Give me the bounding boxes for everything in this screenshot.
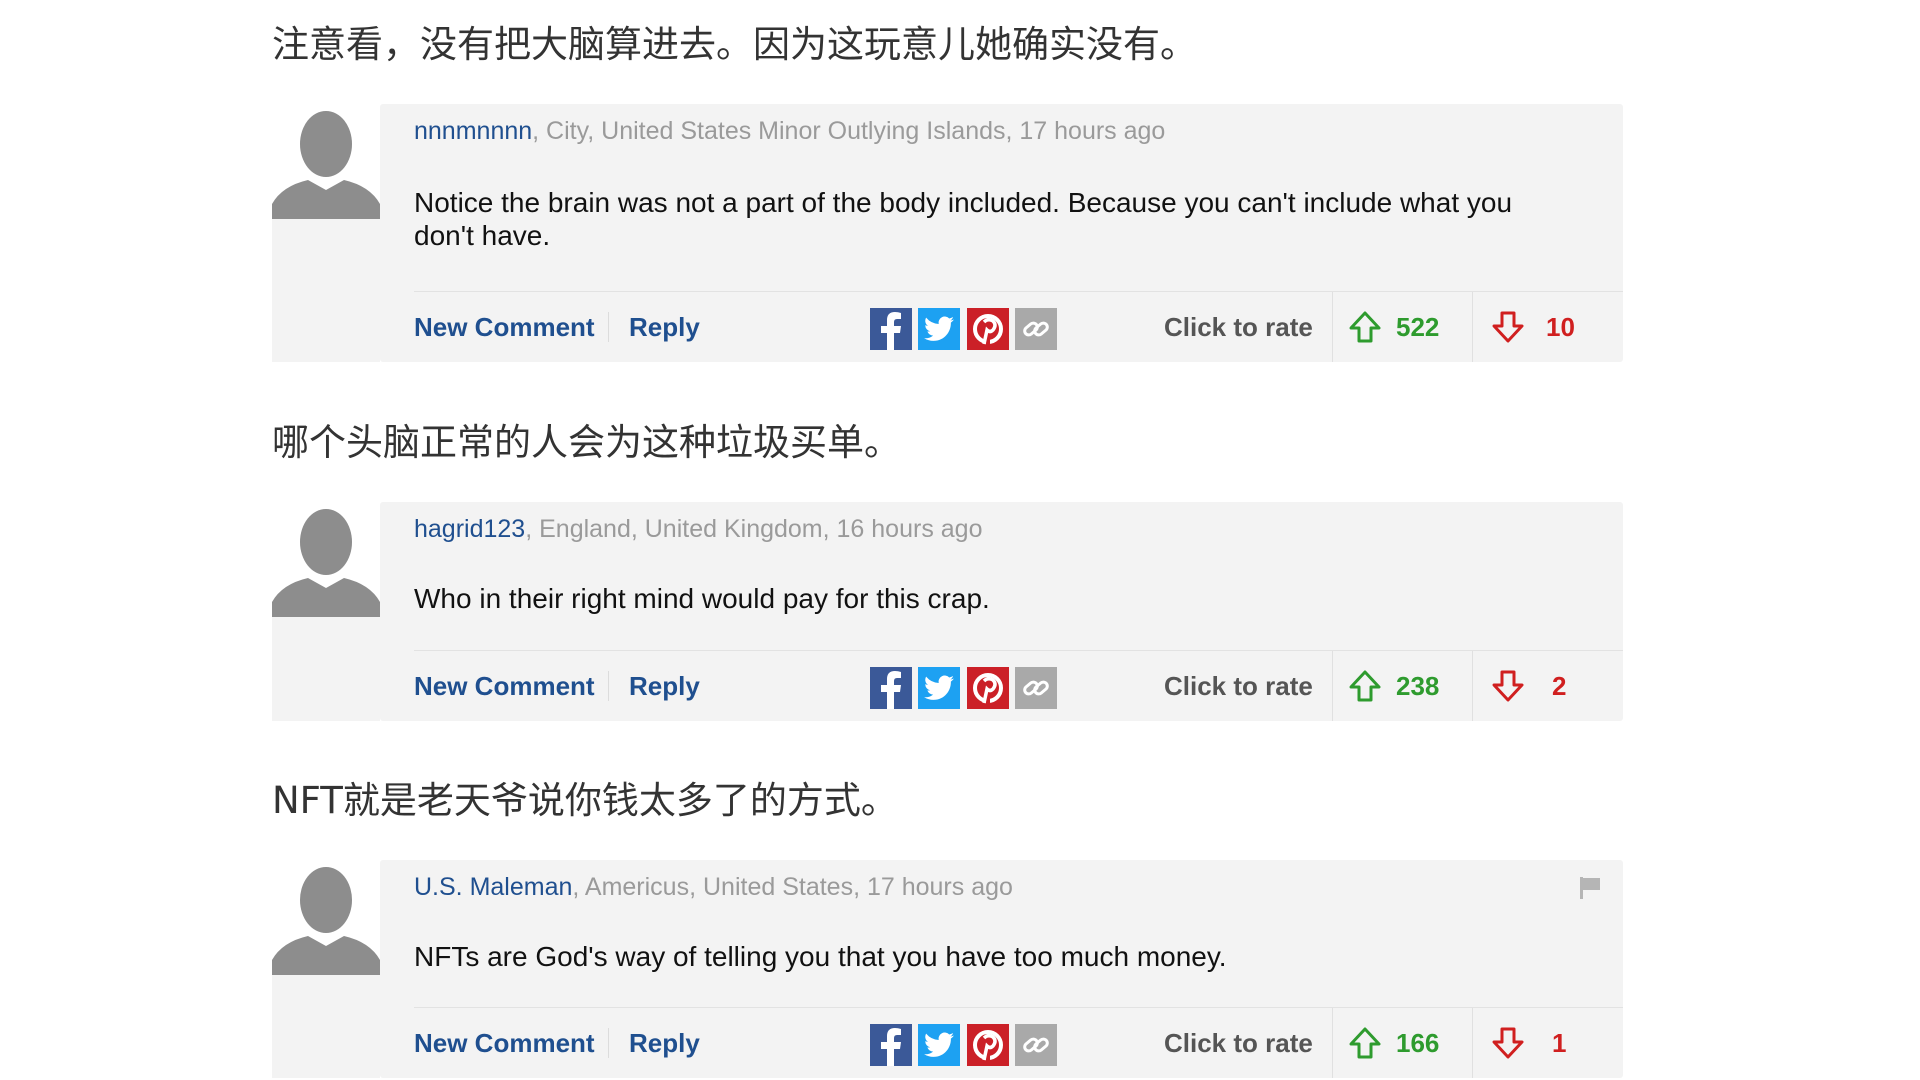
comment-3: U.S. Maleman, Americus, United States, 1… [272, 860, 1623, 1078]
comment-card: hagrid123, England, United Kingdom, 16 h… [380, 502, 1623, 721]
location-time: , England, United Kingdom, 16 hours ago [525, 515, 983, 543]
caption-1: 注意看，没有把大脑算进去。因为这玩意儿她确实没有。 [272, 23, 1197, 66]
avatar-icon [272, 104, 380, 219]
comment-2: hagrid123, England, United Kingdom, 16 h… [272, 502, 1623, 721]
username-link[interactable]: hagrid123 [414, 515, 525, 543]
facebook-icon[interactable] [870, 1024, 912, 1066]
comment-text: Who in their right mind would pay for th… [414, 583, 990, 614]
click-to-rate-label: Click to rate [1164, 671, 1313, 701]
twitter-icon[interactable] [918, 308, 960, 350]
downvote-count: 2 [1552, 671, 1567, 701]
click-to-rate-label: Click to rate [1164, 312, 1313, 342]
downvote-arrow-icon[interactable] [1491, 310, 1525, 344]
click-to-rate-label: Click to rate [1164, 1028, 1313, 1058]
comment-meta: nnnmnnnn, City, United States Minor Outl… [414, 117, 1165, 146]
comment-actions: New Comment Reply Click to rate 522 10 [414, 291, 1623, 362]
username-link[interactable]: nnnmnnnn [414, 117, 532, 145]
flag-icon[interactable] [1579, 876, 1601, 900]
twitter-icon[interactable] [918, 667, 960, 709]
reply-button[interactable]: Reply [629, 292, 700, 362]
comment-actions: New Comment Reply Click to rate 238 2 [414, 650, 1623, 721]
comment-text: NFTs are God's way of telling you that y… [414, 941, 1227, 972]
facebook-icon[interactable] [870, 308, 912, 350]
comment-actions: New Comment Reply Click to rate 166 1 [414, 1007, 1623, 1078]
new-comment-button[interactable]: New Comment [414, 1008, 595, 1078]
link-icon[interactable] [1015, 1024, 1057, 1066]
caption-2: 哪个头脑正常的人会为这种垃圾买单。 [272, 421, 901, 464]
link-icon[interactable] [1015, 667, 1057, 709]
reply-button[interactable]: Reply [629, 651, 700, 721]
caption-3: NFT就是老天爷说你钱太多了的方式。 [272, 779, 898, 822]
new-comment-button[interactable]: New Comment [414, 651, 595, 721]
facebook-icon[interactable] [870, 667, 912, 709]
upvote-arrow-icon[interactable] [1348, 1026, 1382, 1060]
link-icon[interactable] [1015, 308, 1057, 350]
upvote-count: 522 [1396, 312, 1440, 342]
reply-button[interactable]: Reply [629, 1008, 700, 1078]
new-comment-button[interactable]: New Comment [414, 292, 595, 362]
downvote-count: 10 [1546, 312, 1575, 342]
comment-card: U.S. Maleman, Americus, United States, 1… [380, 860, 1623, 1078]
upvote-arrow-icon[interactable] [1348, 310, 1382, 344]
upvote-count: 238 [1396, 671, 1440, 701]
avatar-icon [272, 860, 380, 975]
pinterest-icon[interactable] [967, 667, 1009, 709]
downvote-arrow-icon[interactable] [1491, 669, 1525, 703]
location-time: , Americus, United States, 17 hours ago [572, 873, 1013, 901]
comment-1: nnnmnnnn, City, United States Minor Outl… [272, 104, 1623, 362]
downvote-arrow-icon[interactable] [1491, 1026, 1525, 1060]
comment-text: Notice the brain was not a part of the b… [414, 187, 1513, 251]
username-link[interactable]: U.S. Maleman [414, 873, 572, 901]
upvote-count: 166 [1396, 1028, 1440, 1058]
pinterest-icon[interactable] [967, 1024, 1009, 1066]
twitter-icon[interactable] [918, 1024, 960, 1066]
comment-meta: hagrid123, England, United Kingdom, 16 h… [414, 515, 982, 544]
location-time: , City, United States Minor Outlying Isl… [532, 117, 1166, 145]
comment-meta: U.S. Maleman, Americus, United States, 1… [414, 873, 1013, 902]
comment-card: nnnmnnnn, City, United States Minor Outl… [380, 104, 1623, 362]
pinterest-icon[interactable] [967, 308, 1009, 350]
upvote-arrow-icon[interactable] [1348, 669, 1382, 703]
avatar-icon [272, 502, 380, 617]
downvote-count: 1 [1552, 1028, 1567, 1058]
